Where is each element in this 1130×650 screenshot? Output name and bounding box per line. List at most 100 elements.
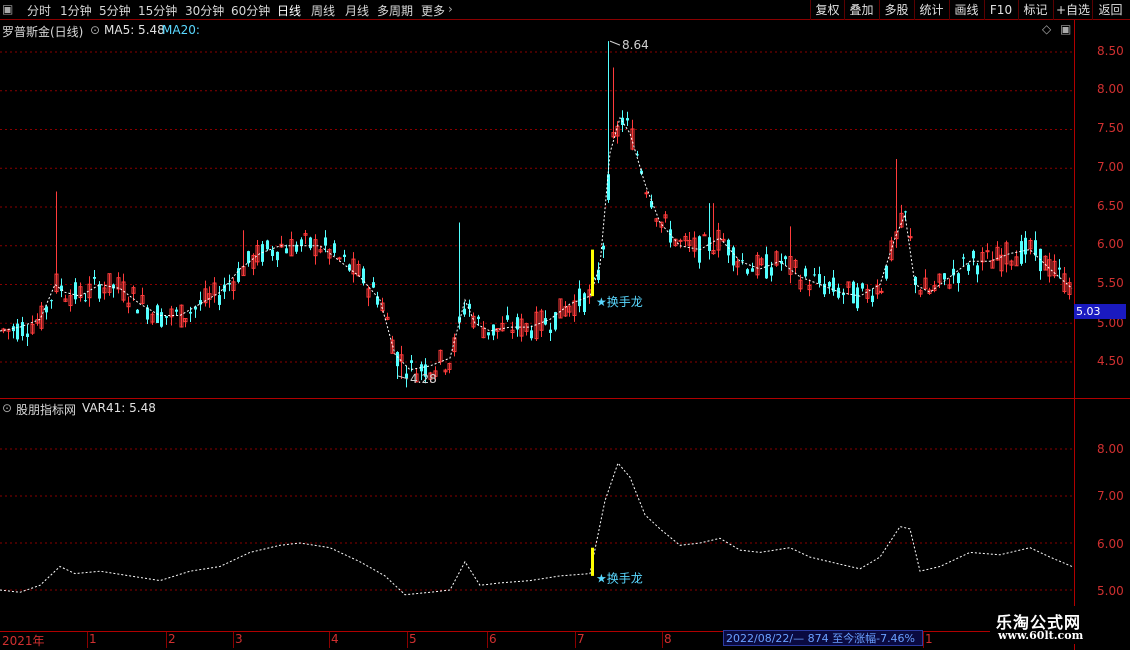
candlestick-chart[interactable]: ★换手龙 8.64 4.28 bbox=[0, 20, 1130, 398]
candle-body bbox=[410, 360, 413, 363]
crosshair-info-box: 2022/08/22/— 874 至今涨幅-7.46% bbox=[723, 630, 923, 646]
candle-body bbox=[348, 264, 351, 271]
candle-body bbox=[487, 332, 490, 336]
menu-icon[interactable]: ▣ bbox=[2, 2, 13, 16]
button-back[interactable]: 返回 bbox=[1093, 0, 1128, 20]
candle-body bbox=[84, 300, 87, 302]
candle-body bbox=[237, 268, 240, 282]
candle-body bbox=[885, 265, 888, 279]
tab-period-60min[interactable]: 60分钟 bbox=[231, 2, 270, 19]
candle-body bbox=[856, 287, 859, 309]
date-tick: 1 bbox=[89, 632, 97, 646]
panel-icon[interactable]: ▣ bbox=[1060, 22, 1071, 36]
button-fuquan[interactable]: 复权 bbox=[811, 0, 844, 20]
candle-body bbox=[669, 229, 672, 243]
high-pointer bbox=[609, 40, 621, 46]
candle-body bbox=[823, 283, 826, 295]
date-tick: 7 bbox=[577, 632, 585, 646]
candle-body bbox=[45, 306, 48, 313]
date-tick: 2 bbox=[168, 632, 176, 646]
candle-body bbox=[644, 192, 649, 195]
price-tick: 5.50 bbox=[1097, 276, 1124, 290]
tab-period-30min[interactable]: 30分钟 bbox=[185, 2, 224, 19]
candle-body bbox=[678, 239, 683, 242]
candle-body bbox=[463, 308, 466, 315]
candle-body bbox=[218, 295, 221, 305]
watermark-logo: 乐淘公式网 www.60lt.com bbox=[990, 606, 1116, 644]
candle-body bbox=[837, 287, 840, 298]
tab-period-fenshi[interactable]: 分时 bbox=[27, 2, 51, 19]
indicator-chart[interactable]: ★换手龙 bbox=[0, 399, 1130, 631]
candle-body bbox=[962, 257, 965, 259]
signal-bar bbox=[591, 249, 594, 297]
candle-body bbox=[1024, 237, 1027, 255]
candle-body bbox=[93, 276, 96, 279]
candle-body bbox=[1034, 240, 1037, 256]
candle-body bbox=[300, 239, 303, 246]
candle-body bbox=[324, 237, 327, 246]
candle-body bbox=[544, 318, 547, 325]
tab-period-multi[interactable]: 多周期 bbox=[377, 2, 413, 19]
price-tick: 8.50 bbox=[1097, 44, 1124, 58]
indicator-toggle-icon[interactable]: ⊙ bbox=[2, 401, 12, 415]
tab-period-more[interactable]: 更多 bbox=[421, 2, 445, 19]
tab-period-daily[interactable]: 日线 bbox=[277, 2, 301, 19]
chevron-right-icon[interactable]: › bbox=[448, 2, 453, 16]
price-tick: 6.00 bbox=[1097, 237, 1124, 251]
price-tick: 7.50 bbox=[1097, 121, 1124, 135]
candle-body bbox=[271, 249, 274, 257]
candle-body bbox=[1058, 267, 1061, 270]
candle-body bbox=[74, 282, 77, 300]
button-mark[interactable]: 标记 bbox=[1019, 0, 1052, 20]
candle-body bbox=[477, 316, 480, 320]
date-tick: 3 bbox=[235, 632, 243, 646]
diamond-icon[interactable]: ◇ bbox=[1042, 22, 1051, 36]
candle-body bbox=[765, 254, 768, 279]
tab-period-15min[interactable]: 15分钟 bbox=[138, 2, 177, 19]
button-overlay[interactable]: 叠加 bbox=[845, 0, 878, 20]
candle-body bbox=[708, 237, 711, 251]
candle-body bbox=[972, 250, 975, 259]
candle-body bbox=[828, 282, 831, 287]
candle-body bbox=[372, 282, 375, 288]
ma5-label: MA5: 5.48 bbox=[104, 23, 165, 37]
candle-body bbox=[189, 311, 192, 314]
candle-body bbox=[175, 309, 178, 312]
button-draw-line[interactable]: 画线 bbox=[950, 0, 983, 20]
candle-body bbox=[976, 265, 979, 275]
candle-body bbox=[904, 211, 907, 213]
price-chart-pane[interactable]: ★换手龙 8.64 4.28 罗普斯金(日线) ⊙ MA5: 5.48 MA20: … bbox=[0, 20, 1074, 398]
stock-title: 罗普斯金(日线) bbox=[2, 25, 84, 39]
candle-body bbox=[578, 288, 581, 307]
button-f10[interactable]: F10 bbox=[985, 0, 1017, 20]
candle-body bbox=[626, 118, 629, 121]
date-tick: 6 bbox=[489, 632, 497, 646]
button-add-watchlist[interactable]: +自选 bbox=[1054, 0, 1092, 20]
tab-period-monthly[interactable]: 月线 bbox=[345, 2, 369, 19]
watermark-url: www.60lt.com bbox=[998, 629, 1084, 642]
candle-body bbox=[405, 373, 408, 379]
candle-body bbox=[732, 247, 735, 266]
candle-body bbox=[871, 295, 874, 303]
price-tick: 6.50 bbox=[1097, 199, 1124, 213]
candle-body bbox=[146, 307, 149, 320]
indicator-tick: 6.00 bbox=[1097, 537, 1124, 551]
candle-body bbox=[492, 324, 495, 336]
tab-period-weekly[interactable]: 周线 bbox=[311, 2, 335, 19]
button-multi-stock[interactable]: 多股 bbox=[880, 0, 913, 20]
candle-body bbox=[702, 234, 707, 237]
var41-line bbox=[0, 462, 1073, 596]
candle-body bbox=[333, 243, 336, 253]
tab-period-5min[interactable]: 5分钟 bbox=[99, 2, 131, 19]
indicator-tick: 7.00 bbox=[1097, 489, 1124, 503]
button-statistics[interactable]: 统计 bbox=[915, 0, 948, 20]
candle-body bbox=[967, 264, 970, 271]
candle-body bbox=[136, 309, 139, 314]
indicator-pane[interactable]: ★换手龙 ⊙ 股朋指标网 VAR41: 5.48 bbox=[0, 399, 1074, 631]
tab-period-1min[interactable]: 1分钟 bbox=[60, 2, 92, 19]
candle-body bbox=[223, 284, 226, 292]
legend-toggle-icon[interactable]: ⊙ bbox=[90, 23, 100, 37]
candle-body bbox=[746, 269, 749, 274]
candle-body bbox=[506, 315, 509, 320]
candle-body bbox=[1020, 241, 1023, 264]
